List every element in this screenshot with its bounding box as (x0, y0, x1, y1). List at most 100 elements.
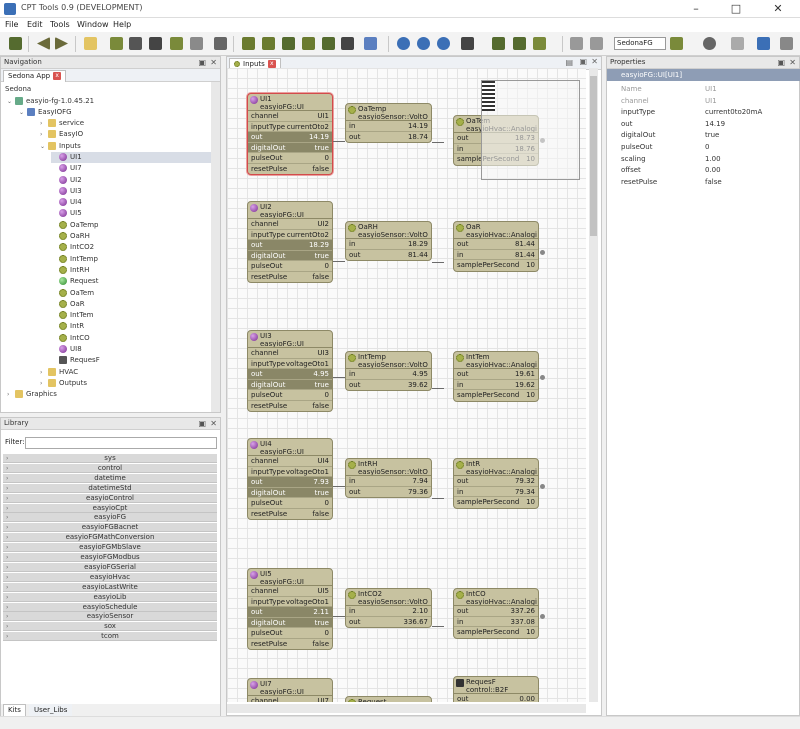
key-icon[interactable] (170, 37, 183, 50)
overview-minimap[interactable] (481, 80, 580, 180)
tree-item-easyio[interactable]: › EasyIO (40, 129, 83, 140)
slot-out[interactable]: out 337.26 (454, 606, 538, 617)
property-value[interactable]: UI1 (705, 83, 717, 95)
expand-icon[interactable]: › (6, 533, 8, 542)
block-header[interactable]: OaR easyioHvac::Analogi (454, 222, 538, 239)
property-row-inputtype[interactable]: inputType current0to20mA (607, 106, 800, 118)
slot-inputtype[interactable]: inputType currentOto2 (248, 122, 332, 132)
slot-in[interactable]: in 4.95 (346, 369, 431, 380)
slot-digitalout[interactable]: digitalOut true (248, 250, 332, 261)
group-icon[interactable] (533, 37, 546, 50)
cut-icon[interactable] (282, 37, 295, 50)
close-panel-icon[interactable]: ✕ (210, 57, 217, 68)
library-kit-easyiofgmbslave[interactable]: › easyioFGMbSlave (3, 543, 217, 553)
block-header[interactable]: UI3 easyioFG::UI (248, 331, 332, 348)
output-port[interactable] (540, 484, 545, 489)
output-port[interactable] (540, 250, 545, 255)
block-header[interactable]: UI2 easyioFG::UI (248, 202, 332, 219)
menu-file[interactable]: File (5, 20, 18, 29)
slot-in[interactable]: in 19.62 (454, 380, 538, 390)
property-value[interactable]: 14.19 (705, 118, 725, 130)
tree-item-request[interactable]: Request (51, 276, 98, 287)
dock-icon[interactable]: ▣ (777, 57, 785, 68)
block-intr[interactable]: IntR easyioHvac::Analogi out 79.32 in 79.34 sa… (453, 458, 539, 509)
block-ui3[interactable]: UI3 easyioFG::UI channel UI3 inputType voltag… (247, 330, 333, 412)
canvas-vscrollbar[interactable] (589, 68, 598, 702)
property-value[interactable]: false (705, 176, 722, 188)
slot-out[interactable]: out 18.74 (346, 132, 431, 143)
library-kit-easyiohvac[interactable]: › easyioHvac (3, 572, 217, 582)
slot-resetpulse[interactable]: resetPulse false (248, 639, 332, 650)
forward-icon[interactable] (55, 37, 68, 50)
dock-icon[interactable]: ▣ (198, 418, 206, 429)
expand-icon[interactable]: › (6, 513, 8, 522)
tab-kits[interactable]: Kits (3, 704, 26, 716)
link-icon[interactable] (322, 37, 335, 50)
close-panel-icon[interactable]: ✕ (210, 418, 217, 429)
library-filter-input[interactable] (25, 437, 217, 449)
property-row-scaling[interactable]: scaling 1.00 (607, 153, 800, 165)
property-row-channel[interactable]: channel UI1 (607, 95, 800, 107)
expand-icon[interactable]: ⌄ (19, 107, 27, 118)
library-kit-tcom[interactable]: › tcom (3, 632, 217, 642)
block-header[interactable]: UI4 easyioFG::UI (248, 439, 332, 456)
disconnect-icon[interactable] (731, 37, 744, 50)
slot-out[interactable]: out 18.29 (248, 240, 332, 251)
slot-out[interactable]: out 2.11 (248, 607, 332, 618)
open-folder-icon[interactable] (84, 37, 97, 50)
slot-out[interactable]: out 7.93 (248, 477, 332, 488)
expand-icon[interactable]: › (6, 632, 8, 641)
tree-item-oar[interactable]: OaR (51, 299, 85, 310)
tab-sedona-app[interactable]: Sedona App x (3, 70, 67, 82)
slot-out[interactable]: out 39.62 (346, 380, 431, 391)
slot-pulseout[interactable]: pulseOut 0 (248, 498, 332, 509)
expand-icon[interactable]: › (7, 389, 15, 400)
library-kit-sys[interactable]: › sys (3, 454, 217, 463)
block-oarh[interactable]: OaRH easyioSensor::VoltO in 18.29 out 81.44 (345, 221, 432, 261)
back-icon[interactable] (37, 37, 50, 50)
tree-item-intco2[interactable]: IntCO2 (51, 242, 94, 253)
expand-icon[interactable]: › (40, 378, 48, 389)
property-value[interactable]: true (705, 129, 719, 141)
slot-out[interactable]: out 79.32 (454, 476, 538, 487)
tree-item-requesf[interactable]: RequesF (51, 355, 100, 366)
expand-icon[interactable]: › (6, 563, 8, 572)
scroll-thumb[interactable] (590, 76, 597, 236)
tree-item-ui4[interactable]: UI4 (51, 197, 82, 208)
sedona-home-icon[interactable] (9, 37, 22, 50)
library-kit-easyiocpt[interactable]: › easyioCpt (3, 503, 217, 513)
library-kit-easyiofg[interactable]: › easyioFG (3, 513, 217, 523)
property-value[interactable]: UI1 (705, 95, 717, 107)
slot-in[interactable]: in 14.19 (346, 121, 431, 132)
tree-item-inttemp[interactable]: IntTemp (51, 254, 98, 265)
library-kit-easyiofgserial[interactable]: › easyioFGSerial (3, 562, 217, 572)
library-kit-easyiolastwrite[interactable]: › easyioLastWrite (3, 582, 217, 592)
more-icon[interactable] (780, 37, 793, 50)
slot-channel[interactable]: channel UI2 (248, 219, 332, 230)
expand-icon[interactable]: › (6, 553, 8, 562)
block-inttem[interactable]: IntTem easyioHvac::Analogi out 19.61 in 19.62… (453, 351, 539, 402)
property-row-out[interactable]: out 14.19 (607, 118, 800, 130)
block-header[interactable]: RequesF control::B2F (454, 677, 538, 694)
block-header[interactable]: IntRH easyioSensor::VoltO (346, 459, 431, 476)
slot-samplepersecond[interactable]: samplePerSecond 10 (454, 260, 538, 271)
menu-tools[interactable]: Tools (50, 20, 70, 29)
block-oar[interactable]: OaR easyioHvac::Analogi out 81.44 in 81.44 sam… (453, 221, 539, 272)
install-icon[interactable] (670, 37, 683, 50)
property-value[interactable]: 0 (705, 141, 709, 153)
zoom-out-icon[interactable] (437, 37, 450, 50)
tree-device[interactable]: ⌄ easyio-fg-1.0.45.21 (7, 96, 94, 107)
binoculars-icon[interactable] (341, 37, 354, 50)
slot-out[interactable]: out 4.95 (248, 369, 332, 380)
block-oatemp[interactable]: OaTemp easyioSensor::VoltO in 14.19 out 18.74 (345, 103, 432, 143)
tree-item-ui3[interactable]: UI3 (51, 186, 82, 197)
layout-icon[interactable] (364, 37, 377, 50)
library-kit-datetime[interactable]: › datetime (3, 473, 217, 483)
view-menu-icon[interactable]: ▤ (565, 58, 573, 67)
sync-icon[interactable] (703, 37, 716, 50)
property-value[interactable]: current0to20mA (705, 106, 762, 118)
save-icon[interactable] (129, 37, 142, 50)
block-intco2[interactable]: IntCO2 easyioSensor::VoltO in 2.10 out 336.67 (345, 588, 432, 628)
menu-window[interactable]: Window (77, 20, 109, 29)
copy-icon[interactable] (242, 37, 255, 50)
